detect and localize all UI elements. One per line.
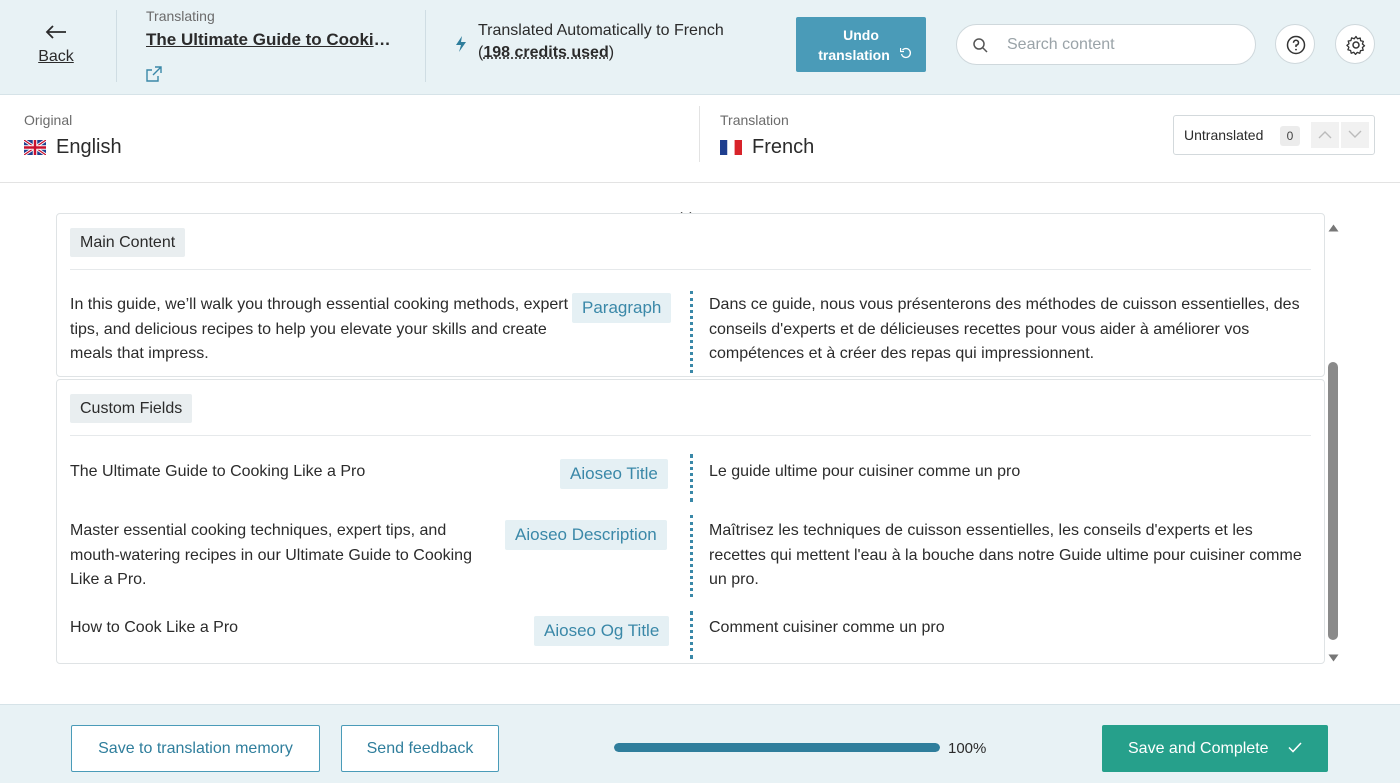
progress-percent: 100% [948,740,987,757]
translation-text[interactable]: Dans ce guide, nous vous présenterons de… [709,293,1309,367]
original-text: Master essential cooking techniques, exp… [70,522,472,588]
section-divider [70,435,1311,436]
progress-bar [614,743,940,752]
translation-language-name: French [752,136,815,158]
credits-line: (198 credits used) [478,44,615,61]
divider [116,10,117,82]
footer-bar: Save to translation memory Send feedback… [0,704,1400,783]
save-to-memory-button[interactable]: Save to translation memory [71,725,320,772]
arrow-left-icon [36,22,76,42]
top-bar: Back Translating The Ultimate Guide to C… [0,0,1400,95]
settings-button[interactable] [1335,24,1375,64]
field-type-tag: Aioseo Og Title [534,616,670,646]
france-flag-icon [720,140,742,155]
section-title: Main Content [70,228,186,257]
translating-label: Translating [146,8,215,24]
original-language: Original English [24,112,122,159]
gear-icon [1346,35,1366,55]
divider [425,10,426,82]
back-label: Back [38,48,74,65]
field-type-tag: Aioseo Description [505,520,667,550]
main-content-section: Main Content In this guide, we’ll walk y… [56,213,1325,377]
section-divider [70,269,1311,270]
divider [699,106,700,162]
help-icon [1286,35,1306,55]
search-box [956,24,1256,65]
undo-translation-button[interactable]: Undo translation [796,17,926,72]
scrollbar-thumb[interactable] [1328,362,1338,640]
check-icon [1288,742,1302,753]
row-divider [690,454,693,502]
send-feedback-button[interactable]: Send feedback [341,725,499,772]
uk-flag-icon [24,140,46,155]
auto-translation-info: Translated Automatically to French (198 … [455,22,724,62]
untranslated-count: 0 [1280,126,1300,146]
previous-untranslated-button[interactable] [1311,122,1339,148]
translation-text[interactable]: Maîtrisez les techniques de cuisson esse… [709,519,1309,593]
original-language-name: English [56,136,122,158]
scroll-up-arrow[interactable] [1328,219,1339,237]
original-label: Original [24,112,73,128]
row-divider [690,515,693,597]
lightning-icon [455,36,467,57]
original-text: The Ultimate Guide to Cooking Like a Pro [70,463,366,480]
credits-used: 198 credits used [483,44,609,61]
translation-language: Translation French [720,112,814,159]
post-title-link[interactable]: The Ultimate Guide to Cooking Like a Pro [146,30,391,50]
progress-fill [614,743,940,752]
field-type-tag: Aioseo Title [560,459,668,489]
save-and-complete-button[interactable]: Save and Complete [1102,725,1328,772]
section-title: Custom Fields [70,394,193,423]
undo-icon [899,44,912,64]
row-divider [690,611,693,659]
translation-text[interactable]: Le guide ultime pour cuisiner comme un p… [709,460,1309,485]
search-icon [973,38,988,58]
field-type-tag: Paragraph [572,293,672,323]
search-input[interactable] [1007,34,1237,56]
scroll-down-arrow[interactable] [1328,649,1339,667]
translation-text[interactable]: Comment cuisiner comme un pro [709,616,1309,641]
chevron-down-icon [1348,130,1362,138]
chevron-up-icon [1318,131,1332,139]
auto-translated-text: Translated Automatically to French [478,22,724,39]
translation-label: Translation [720,112,789,128]
original-text: In this guide, we’ll walk you through es… [70,296,569,362]
next-untranslated-button[interactable] [1341,122,1369,148]
custom-fields-section: Custom Fields The Ultimate Guide to Cook… [56,379,1325,664]
help-button[interactable] [1275,24,1315,64]
original-text: How to Cook Like a Pro [70,619,239,636]
row-divider [690,291,693,373]
untranslated-label: Untranslated [1184,127,1264,143]
back-button[interactable]: Back [36,22,76,66]
translating-info: Translating The Ultimate Guide to Cookin… [146,8,396,82]
language-bar: Original English Translation French Untr… [0,96,1400,183]
untranslated-navigator: Untranslated 0 [1173,115,1375,155]
external-link-icon[interactable] [146,66,162,87]
